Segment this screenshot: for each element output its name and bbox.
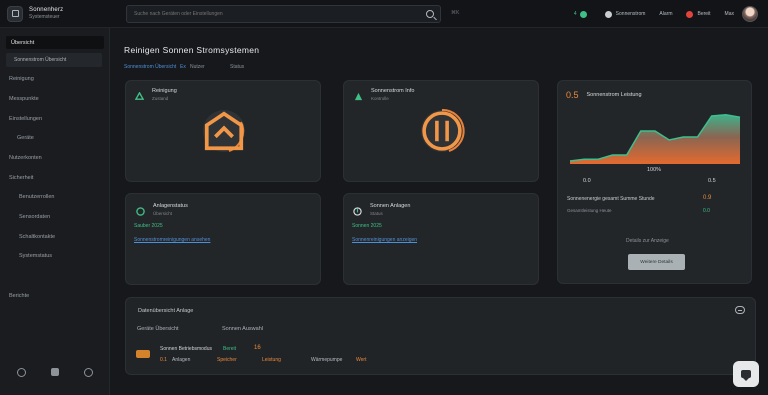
bucket-icon (204, 111, 244, 151)
power-icon (353, 203, 362, 216)
breadcrumb-link[interactable]: Sonnenstrom Übersicht (124, 64, 176, 70)
panel-tab[interactable]: Sonnen Auswahl (222, 326, 263, 332)
sidebar-item[interactable]: Einstellungen (9, 116, 42, 122)
status-text: Sonnen 2025 (352, 223, 382, 229)
sidebar-item[interactable]: Benutzerrollen (19, 194, 54, 200)
tick-label: 0.0 (583, 178, 591, 184)
sidebar-footer (0, 368, 110, 377)
panel-title: Datenübersicht Anlage (138, 308, 194, 314)
details-text[interactable]: Details zur Anzeige (626, 238, 669, 244)
tick-label: 0.5 (708, 178, 716, 184)
sidebar-item[interactable]: Sensordaten (19, 214, 50, 220)
stat-value-2: 0.0 (703, 208, 710, 214)
status-level[interactable]: 4 (574, 10, 591, 18)
card-subtitle: Zustand (152, 96, 169, 102)
sidebar-item-overview[interactable]: Übersicht (6, 36, 104, 49)
details-link[interactable]: Sonnenreinigungen anzeigen (352, 237, 417, 243)
legend-item: Leistung (262, 357, 281, 363)
status-sonnenstrom[interactable]: Sonnenstrom (604, 10, 645, 18)
sidebar-item[interactable]: Sicherheit (9, 175, 33, 181)
legend-item: Speicher (217, 357, 237, 363)
tick-label: 100% (647, 167, 662, 173)
stat-value: 0.9 (703, 195, 712, 201)
legend-item: Wärmepumpe (311, 357, 343, 363)
card-subtitle: Kontrolle (371, 96, 389, 102)
sidebar-item[interactable]: Berichte (9, 293, 29, 299)
sidebar-item[interactable]: Messpunkte (9, 96, 39, 102)
status-ready[interactable]: Bereit (686, 10, 711, 18)
help-icon[interactable] (16, 368, 26, 377)
search-shortcut: ⌘K (451, 10, 460, 16)
card-title: Anlagenstatus (153, 203, 188, 209)
status-area: 4 Sonnenstrom Alarm Bereit Max (560, 5, 758, 23)
stat-label: Sonnenenergie gesamt Summe Stunde (567, 196, 655, 202)
breadcrumb-item: Status (230, 64, 245, 70)
chat-button[interactable] (733, 361, 759, 387)
card-subtitle: Übersicht (153, 211, 173, 217)
legend-title: Sonnen Betriebsmodus (160, 346, 212, 352)
brand-logo-icon (7, 5, 23, 22)
breadcrumb-link[interactable]: Ex (180, 64, 186, 70)
power-icon (422, 111, 462, 151)
search-icon[interactable] (426, 10, 434, 18)
status-text: Sauber 2025 (134, 223, 163, 229)
legend-count: 16 (254, 345, 261, 351)
legend-item: Wert (356, 357, 367, 363)
home-icon[interactable] (50, 368, 59, 376)
brand-sub: Systemsteuer (29, 14, 60, 20)
app-root: Sonnenherz Systemsteuer ⌘K 4 Sonnenstrom… (0, 0, 768, 395)
search-box[interactable] (126, 5, 441, 23)
card-subtitle: Status (370, 211, 383, 217)
recycle-icon (134, 88, 145, 100)
legend-prefix: 0.1 (160, 357, 167, 363)
details-link[interactable]: Sonnenstromreinigungen ansehen (134, 237, 210, 243)
alert-icon (686, 10, 694, 18)
details-button[interactable]: Weitere Details (628, 254, 685, 270)
user-name[interactable]: Max (725, 11, 734, 17)
card-title: Sonnenstrom Info (371, 88, 415, 94)
status-alarm[interactable]: Alarm (659, 11, 672, 17)
sidebar-item[interactable]: Nutzerkonten (9, 155, 42, 161)
chat-icon (741, 370, 751, 381)
sidebar-item[interactable]: Reinigung (9, 76, 34, 82)
collapse-icon[interactable] (735, 306, 745, 314)
card-title: Sonnen Anlagen (370, 203, 411, 209)
sidebar-item[interactable]: Systemstatus (19, 253, 52, 259)
area-fill (570, 114, 740, 164)
legend-swatch (136, 350, 150, 358)
sidebar-item[interactable]: Schaltkontakte (19, 234, 55, 240)
sidebar: Übersicht Sonnenstrom Übersicht Reinigun… (0, 28, 110, 395)
sidebar-item-sonnenstrom[interactable]: Sonnenstrom Übersicht (6, 53, 102, 67)
sidebar-item[interactable]: Geräte (17, 135, 34, 141)
avatar[interactable] (742, 6, 758, 22)
top-bar: Sonnenherz Systemsteuer ⌘K 4 Sonnenstrom… (0, 0, 768, 28)
progress-ring (201, 108, 247, 154)
data-panel (125, 297, 756, 375)
progress-ring (419, 108, 465, 154)
brand-name: Sonnenherz (29, 7, 64, 13)
search-input[interactable] (134, 11, 414, 17)
sun-icon (604, 10, 612, 18)
settings-icon[interactable] (84, 368, 94, 377)
legend-status: Bereit (223, 346, 237, 352)
chart-title: Sonnenstrom Leistung (586, 92, 642, 98)
legend-item: Anlagen (172, 357, 191, 363)
triangle-icon (354, 88, 363, 101)
chart-value: 0.5 (566, 90, 579, 100)
page-title: Reinigen Sonnen Stromsystemen (124, 45, 260, 55)
status-dot-icon (579, 10, 587, 18)
refresh-icon (136, 203, 145, 216)
panel-tab[interactable]: Geräte Übersicht (137, 326, 179, 332)
card-title: Reinigung (152, 88, 177, 94)
stat-sub: Gesamtleistung Heute (567, 208, 612, 213)
breadcrumb-item: Nutzer (190, 64, 205, 70)
brand[interactable]: Sonnenherz Systemsteuer (0, 5, 110, 22)
area-chart (569, 114, 741, 164)
